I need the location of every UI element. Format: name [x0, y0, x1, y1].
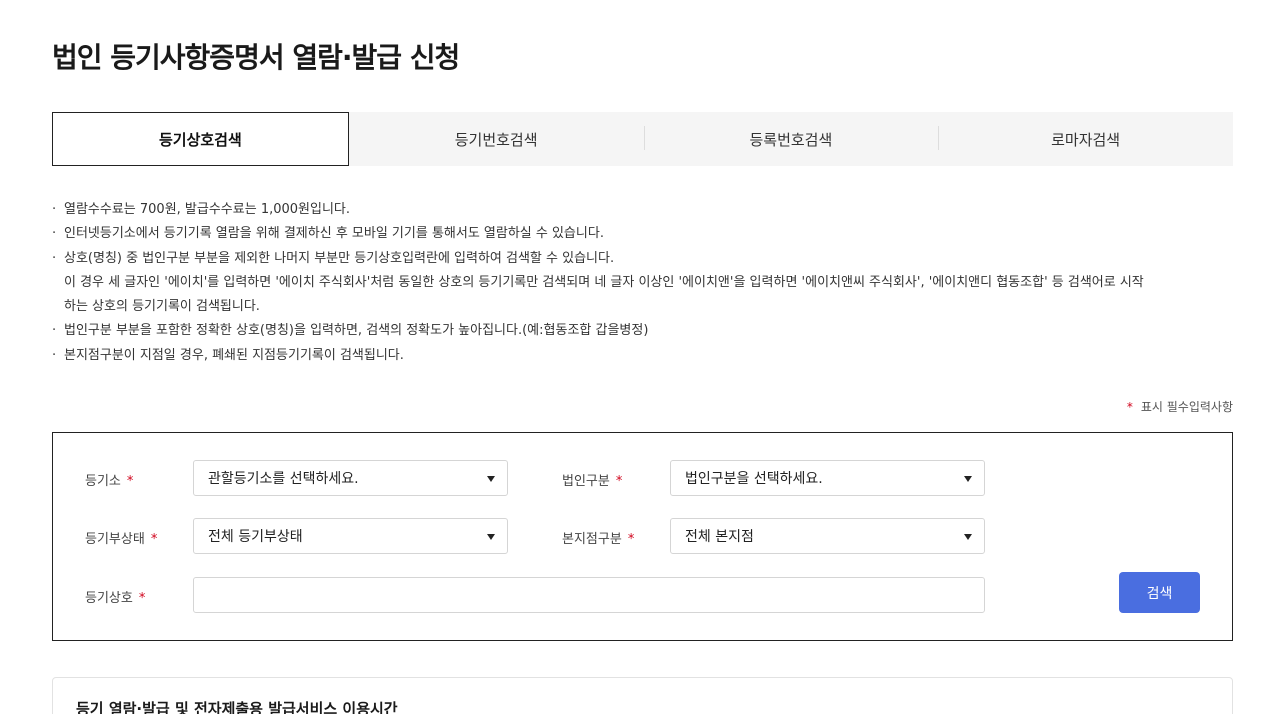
required-star: * — [150, 532, 158, 547]
label-text: 등기부상태 — [85, 532, 145, 547]
branch-type-select[interactable]: 전체 본지점 — [670, 518, 985, 554]
page-title: 법인 등기사항증명서 열람·발급 신청 — [52, 41, 460, 74]
select-value: 전체 본지점 — [685, 529, 754, 545]
trade-name-label: 등기상호 * — [85, 587, 145, 606]
required-star: * — [627, 532, 635, 547]
notice-item: 본지점구분이 지점일 경우, 폐쇄된 지점등기기록이 검색됩니다. — [52, 344, 1233, 369]
registry-office-label: 등기소 * — [85, 470, 133, 489]
search-tabs: 등기상호검색 등기번호검색 등록번호검색 로마자검색 — [52, 112, 1233, 166]
service-hours-panel: 등기 열람·발급 및 전자제출용 발급서비스 이용시간 — [52, 677, 1233, 714]
notice-item: 인터넷등기소에서 등기기록 열람을 위해 결제하신 후 모바일 기기를 통해서도… — [52, 222, 1233, 247]
select-value: 관할등기소를 선택하세요. — [208, 471, 359, 487]
select-value: 전체 등기부상태 — [208, 529, 303, 545]
branch-type-label: 본지점구분 * — [562, 528, 634, 547]
corp-type-label: 법인구분 * — [562, 470, 622, 489]
label-text: 본지점구분 — [562, 532, 622, 547]
notice-continuation: 하는 상호의 등기기록이 검색됩니다. — [64, 299, 260, 315]
select-value: 법인구분을 선택하세요. — [685, 471, 823, 487]
notice-item: 법인구분 부분을 포함한 정확한 상호(명칭)을 입력하면, 검색의 정확도가 … — [52, 319, 1233, 344]
required-star: * — [138, 591, 146, 606]
required-legend: * 표시 필수입력사항 — [1127, 398, 1233, 415]
service-hours-title: 등기 열람·발급 및 전자제출용 발급서비스 이용시간 — [76, 700, 398, 714]
caret-down-icon — [964, 534, 972, 540]
required-star: * — [615, 474, 623, 489]
label-text: 등기상호 — [85, 591, 133, 606]
corp-type-select[interactable]: 법인구분을 선택하세요. — [670, 460, 985, 496]
caret-down-icon — [964, 476, 972, 482]
search-form: 등기소 * 관할등기소를 선택하세요. 법인구분 * 법인구분을 선택하세요. 등기… — [52, 432, 1233, 641]
required-star: * — [1126, 400, 1133, 414]
search-button[interactable]: 검색 — [1119, 572, 1200, 613]
caret-down-icon — [487, 476, 495, 482]
required-legend-text: 표시 필수입력사항 — [1140, 400, 1233, 414]
label-text: 등기소 — [85, 474, 121, 489]
label-text: 법인구분 — [562, 474, 610, 489]
registry-status-label: 등기부상태 * — [85, 528, 157, 547]
tab-trade-name-search[interactable]: 등기상호검색 — [52, 112, 349, 166]
notice-item: 상호(명칭) 중 법인구분 부분을 제외한 나머지 부분만 등기상호입력란에 입… — [52, 247, 1233, 272]
notice-list: 열람수수료는 700원, 발급수수료는 1,000원입니다. 인터넷등기소에서 … — [52, 198, 1233, 368]
trade-name-input[interactable] — [193, 577, 985, 613]
notice-item: 열람수수료는 700원, 발급수수료는 1,000원입니다. — [52, 198, 1233, 223]
tab-registration-number-search[interactable]: 등록번호검색 — [643, 112, 939, 166]
caret-down-icon — [487, 534, 495, 540]
required-star: * — [126, 474, 134, 489]
registry-status-select[interactable]: 전체 등기부상태 — [193, 518, 508, 554]
tab-roman-search[interactable]: 로마자검색 — [938, 112, 1233, 166]
notice-continuation: 이 경우 세 글자인 '에이치'를 입력하면 '에이치 주식회사'처럼 동일한 … — [64, 274, 1144, 290]
tab-registry-number-search[interactable]: 등기번호검색 — [349, 112, 644, 166]
registry-office-select[interactable]: 관할등기소를 선택하세요. — [193, 460, 508, 496]
